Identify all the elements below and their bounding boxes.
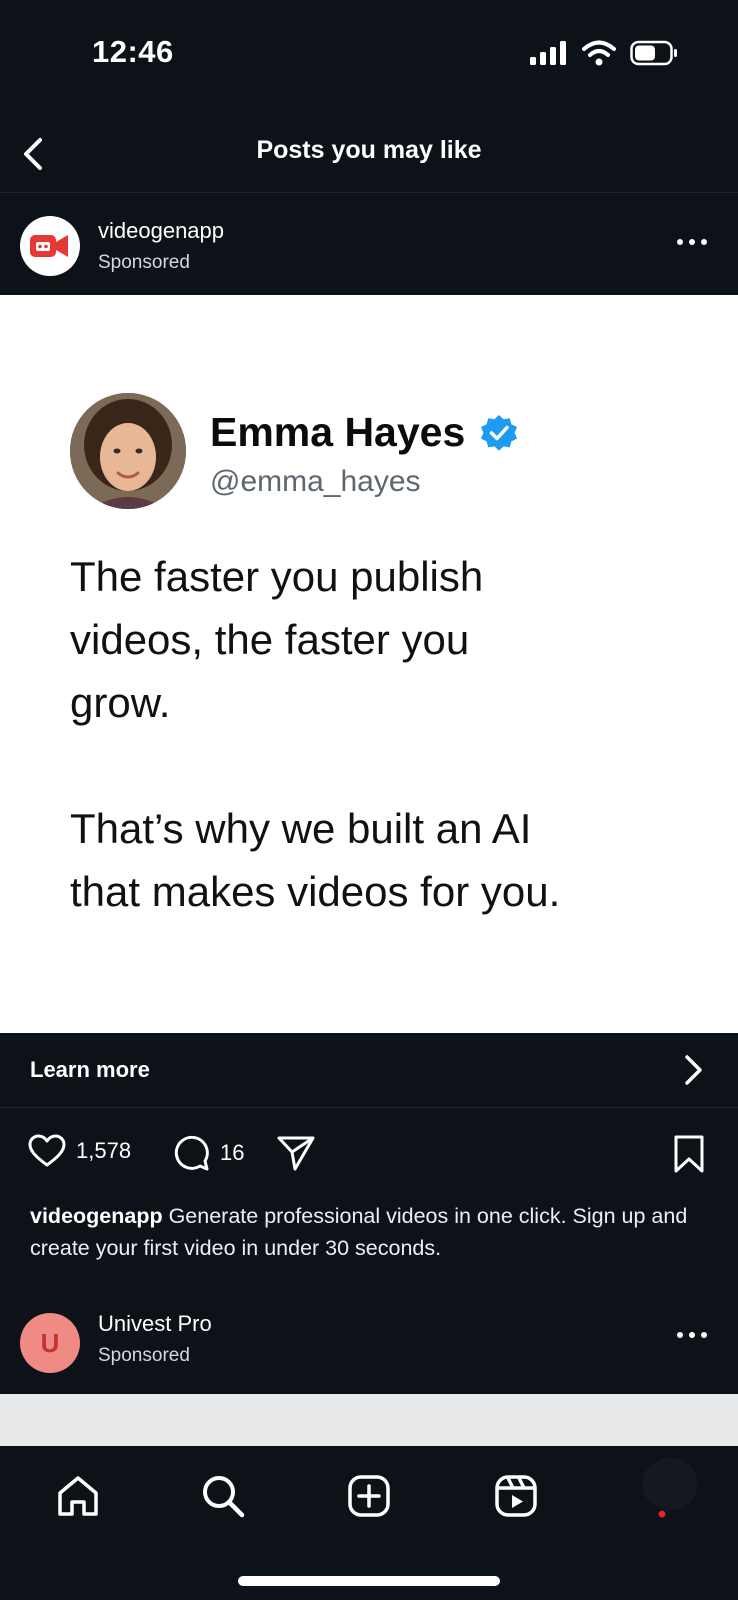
status-time: 12:46: [92, 34, 174, 69]
tweet-author-photo: [70, 393, 186, 509]
wifi-icon: [582, 40, 616, 66]
header-divider: [0, 192, 738, 193]
tab-search[interactable]: [197, 1470, 249, 1522]
home-icon: [58, 1476, 98, 1516]
tweet-text: The faster you publish videos, the faste…: [70, 553, 561, 915]
like-count: 1,578: [76, 1138, 132, 1163]
more-options-icon[interactable]: [674, 232, 710, 252]
univest-avatar[interactable]: U: [20, 1313, 80, 1373]
heart-icon: [28, 1134, 66, 1167]
page-title: Posts you may like: [256, 136, 482, 164]
tab-reels[interactable]: [490, 1470, 542, 1522]
comment-icon: [174, 1135, 209, 1171]
verified-badge-icon: [481, 414, 518, 451]
profile-avatar-icon: [642, 1458, 698, 1518]
post-caption: videogenapp Generate professional videos…: [30, 1200, 710, 1264]
tweet-author-name: Emma Hayes: [210, 409, 519, 456]
signal-icon: [530, 41, 566, 65]
battery-icon: [630, 40, 677, 66]
learn-more-bar[interactable]: Learn more: [0, 1033, 738, 1108]
tab-create[interactable]: [343, 1470, 395, 1522]
next-account-name[interactable]: Univest Pro: [98, 1311, 212, 1337]
tab-home[interactable]: [52, 1470, 104, 1522]
next-post-image-preview[interactable]: [0, 1394, 738, 1446]
post-header: videogenapp Sponsored: [0, 202, 738, 292]
comment-count: 16: [220, 1140, 245, 1165]
share-icon[interactable]: [276, 1134, 316, 1172]
account-avatar[interactable]: [20, 216, 80, 276]
comment-button[interactable]: 16: [172, 1134, 244, 1172]
bookmark-icon[interactable]: [672, 1134, 706, 1174]
learn-more-label: Learn more: [30, 1057, 150, 1082]
caption-account[interactable]: videogenapp: [30, 1204, 163, 1228]
add-post-icon: [348, 1475, 390, 1517]
post-image[interactable]: Emma Hayes @emma_hayes The faster you pu…: [0, 295, 738, 1033]
home-indicator: [238, 1576, 500, 1586]
video-camera-icon: [30, 235, 68, 257]
like-button[interactable]: 1,578: [28, 1134, 131, 1168]
next-more-options-icon[interactable]: [674, 1325, 710, 1345]
sponsored-label: Sponsored: [98, 252, 190, 273]
post-actions: 1,578 16: [0, 1108, 738, 1194]
next-post-header: U Univest Pro Sponsored: [0, 1295, 738, 1395]
tab-profile[interactable]: [632, 1450, 702, 1520]
account-name[interactable]: videogenapp: [98, 218, 224, 244]
status-icons: [530, 40, 678, 66]
search-icon: [203, 1476, 245, 1518]
next-sponsored-label: Sponsored: [98, 1345, 190, 1366]
chevron-right-icon: [685, 1055, 702, 1085]
nav-header: Posts you may like: [0, 116, 738, 192]
tweet-author-handle: @emma_hayes: [210, 465, 421, 498]
reels-icon: [495, 1475, 537, 1517]
